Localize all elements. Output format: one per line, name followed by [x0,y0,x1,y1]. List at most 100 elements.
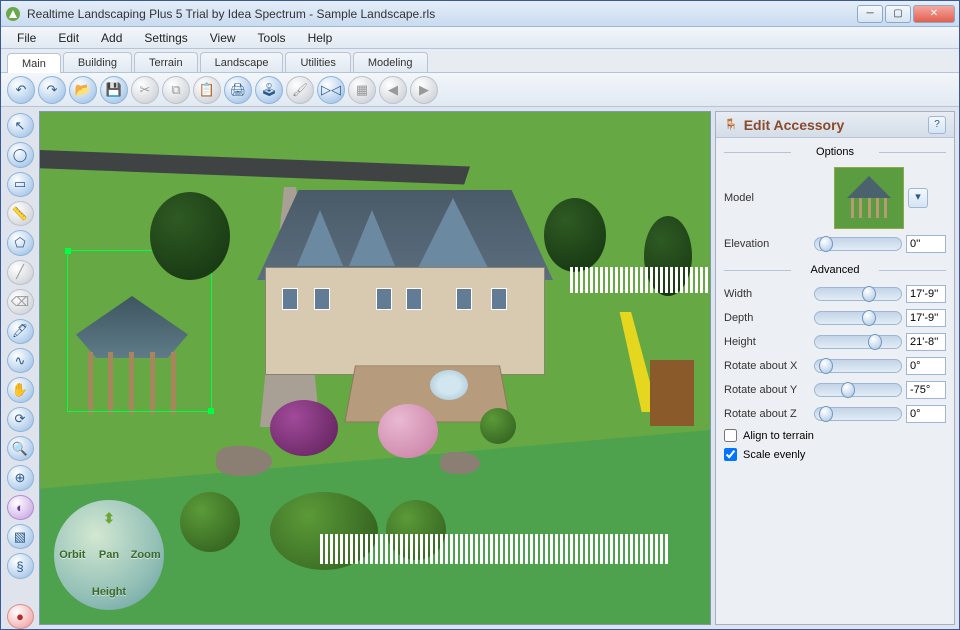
tree [270,400,338,456]
hand-tool[interactable]: ✋ [7,377,34,402]
section-options: Options [724,144,946,160]
paint-button: 🖌 [286,76,314,104]
nav-orbit-label[interactable]: Orbit [59,549,85,561]
align-to-terrain-checkbox[interactable] [724,429,737,442]
menu-edit[interactable]: Edit [48,29,89,47]
save-button[interactable]: 💾 [100,76,128,104]
tab-terrain[interactable]: Terrain [134,52,198,72]
maximize-button[interactable]: ▢ [885,5,911,23]
prop-value[interactable]: 21'-8'' [906,333,946,351]
tab-building[interactable]: Building [63,52,132,72]
prop-slider[interactable] [814,311,902,325]
model-dropdown-button[interactable]: ▾ [908,188,928,208]
tool-sidebar: ↖ ◯ ▭ 📏 ⬠ ╱ ⌫ 🖊 ∿ ✋ ⟳ 🔍 ⊕ ◐ ▧ § ● [1,107,39,629]
rock [216,446,272,476]
nav-pan-label[interactable]: Pan [99,549,119,561]
prop-value[interactable]: 17'-9'' [906,285,946,303]
nav-zoom-label[interactable]: Zoom [131,549,161,561]
house-body [265,267,545,375]
nav-compass[interactable]: ⬍ Orbit Pan Zoom Height [54,500,164,610]
prop-row-rotate-about-z: Rotate about Z0° [716,402,954,426]
shape-tool[interactable]: ⬠ [7,230,34,255]
fence [570,267,708,293]
main-area: ↖ ◯ ▭ 📏 ⬠ ╱ ⌫ 🖊 ∿ ✋ ⟳ 🔍 ⊕ ◐ ▧ § ● [1,107,959,629]
minimize-button[interactable]: ─ [857,5,883,23]
prop-slider[interactable] [814,359,902,373]
target-tool[interactable]: ⊕ [7,465,34,490]
menu-view[interactable]: View [200,29,246,47]
prop-slider[interactable] [814,383,902,397]
tab-bar: MainBuildingTerrainLandscapeUtilitiesMod… [1,49,959,73]
section-advanced: Advanced [724,262,946,278]
undo-button[interactable]: ↶ [7,76,35,104]
material-tool[interactable]: ▧ [7,524,34,549]
prop-slider[interactable] [814,407,902,421]
left-button: ◀ [379,76,407,104]
scale-evenly-checkbox[interactable] [724,448,737,461]
curve-tool[interactable]: ∿ [7,348,34,373]
open-button[interactable]: 📂 [69,76,97,104]
titlebar: Realtime Landscaping Plus 5 Trial by Ide… [1,1,959,27]
erase-tool: ⌫ [7,289,34,314]
house-window [314,288,330,310]
close-button[interactable]: ✕ [913,5,955,23]
right-button: ▶ [410,76,438,104]
app-window: Realtime Landscaping Plus 5 Trial by Ide… [0,0,960,630]
redo-button[interactable]: ↷ [38,76,66,104]
prop-slider[interactable] [814,335,902,349]
scale-evenly-row: Scale evenly [716,445,954,464]
prop-label: Depth [724,312,810,324]
viewport-3d[interactable]: ⬍ Orbit Pan Zoom Height [39,111,711,625]
nav-up-icon[interactable]: ⬍ [103,511,115,525]
copy-button: ⧉ [162,76,190,104]
model-thumbnail[interactable] [834,167,904,229]
menu-settings[interactable]: Settings [134,29,197,47]
panel-title: Edit Accessory [744,117,922,133]
menu-file[interactable]: File [7,29,46,47]
model-row: Model ▾ [716,164,954,232]
house-window [491,288,507,310]
rectangle-tool[interactable]: ▭ [7,172,34,197]
line-tool: ╱ [7,260,34,285]
align-to-terrain-row: Align to terrain [716,426,954,445]
rotate-tool[interactable]: ⟳ [7,407,34,432]
align-to-terrain-label: Align to terrain [743,430,814,442]
brush-tool[interactable]: 🖊 [7,319,34,344]
cut-button: ✂ [131,76,159,104]
mirror-button[interactable]: ▷◁ [317,76,345,104]
pointer-tool[interactable]: ↖ [7,113,34,138]
property-panel: 🪑 Edit Accessory ? Options Model ▾ Eleva… [715,111,955,625]
prop-value[interactable]: 17'-9'' [906,309,946,327]
menu-tools[interactable]: Tools [248,29,296,47]
color-tool[interactable]: ◐ [7,495,34,520]
prop-value[interactable]: -75° [906,381,946,399]
model-label: Model [724,192,810,204]
prop-slider[interactable] [814,237,902,251]
menu-help[interactable]: Help [298,29,343,47]
prop-value[interactable]: 0'' [906,235,946,253]
circle-tool[interactable]: ◯ [7,142,34,167]
grid-button: ▦ [348,76,376,104]
prop-row-rotate-about-x: Rotate about X 0° [716,354,954,378]
tab-utilities[interactable]: Utilities [285,52,350,72]
help-button[interactable]: ? [928,116,946,134]
print-button[interactable]: 🖨 [224,76,252,104]
joystick-button[interactable]: 🕹 [255,76,283,104]
tab-modeling[interactable]: Modeling [353,52,428,72]
accessory-icon: 🪑 [724,118,738,131]
window-title: Realtime Landscaping Plus 5 Trial by Ide… [27,7,851,21]
ruler-tool: 📏 [7,201,34,226]
menu-add[interactable]: Add [91,29,132,47]
nav-height-label[interactable]: Height [92,586,126,598]
tab-landscape[interactable]: Landscape [200,52,284,72]
tree [180,492,240,552]
zoom-tool[interactable]: 🔍 [7,436,34,461]
prop-label: Rotate about X [724,360,810,372]
record-tool[interactable]: ● [7,604,34,629]
prop-slider[interactable] [814,287,902,301]
prop-value[interactable]: 0° [906,357,946,375]
house-window [456,288,472,310]
snake-tool[interactable]: § [7,553,34,578]
prop-value[interactable]: 0° [906,405,946,423]
tab-main[interactable]: Main [7,53,61,73]
